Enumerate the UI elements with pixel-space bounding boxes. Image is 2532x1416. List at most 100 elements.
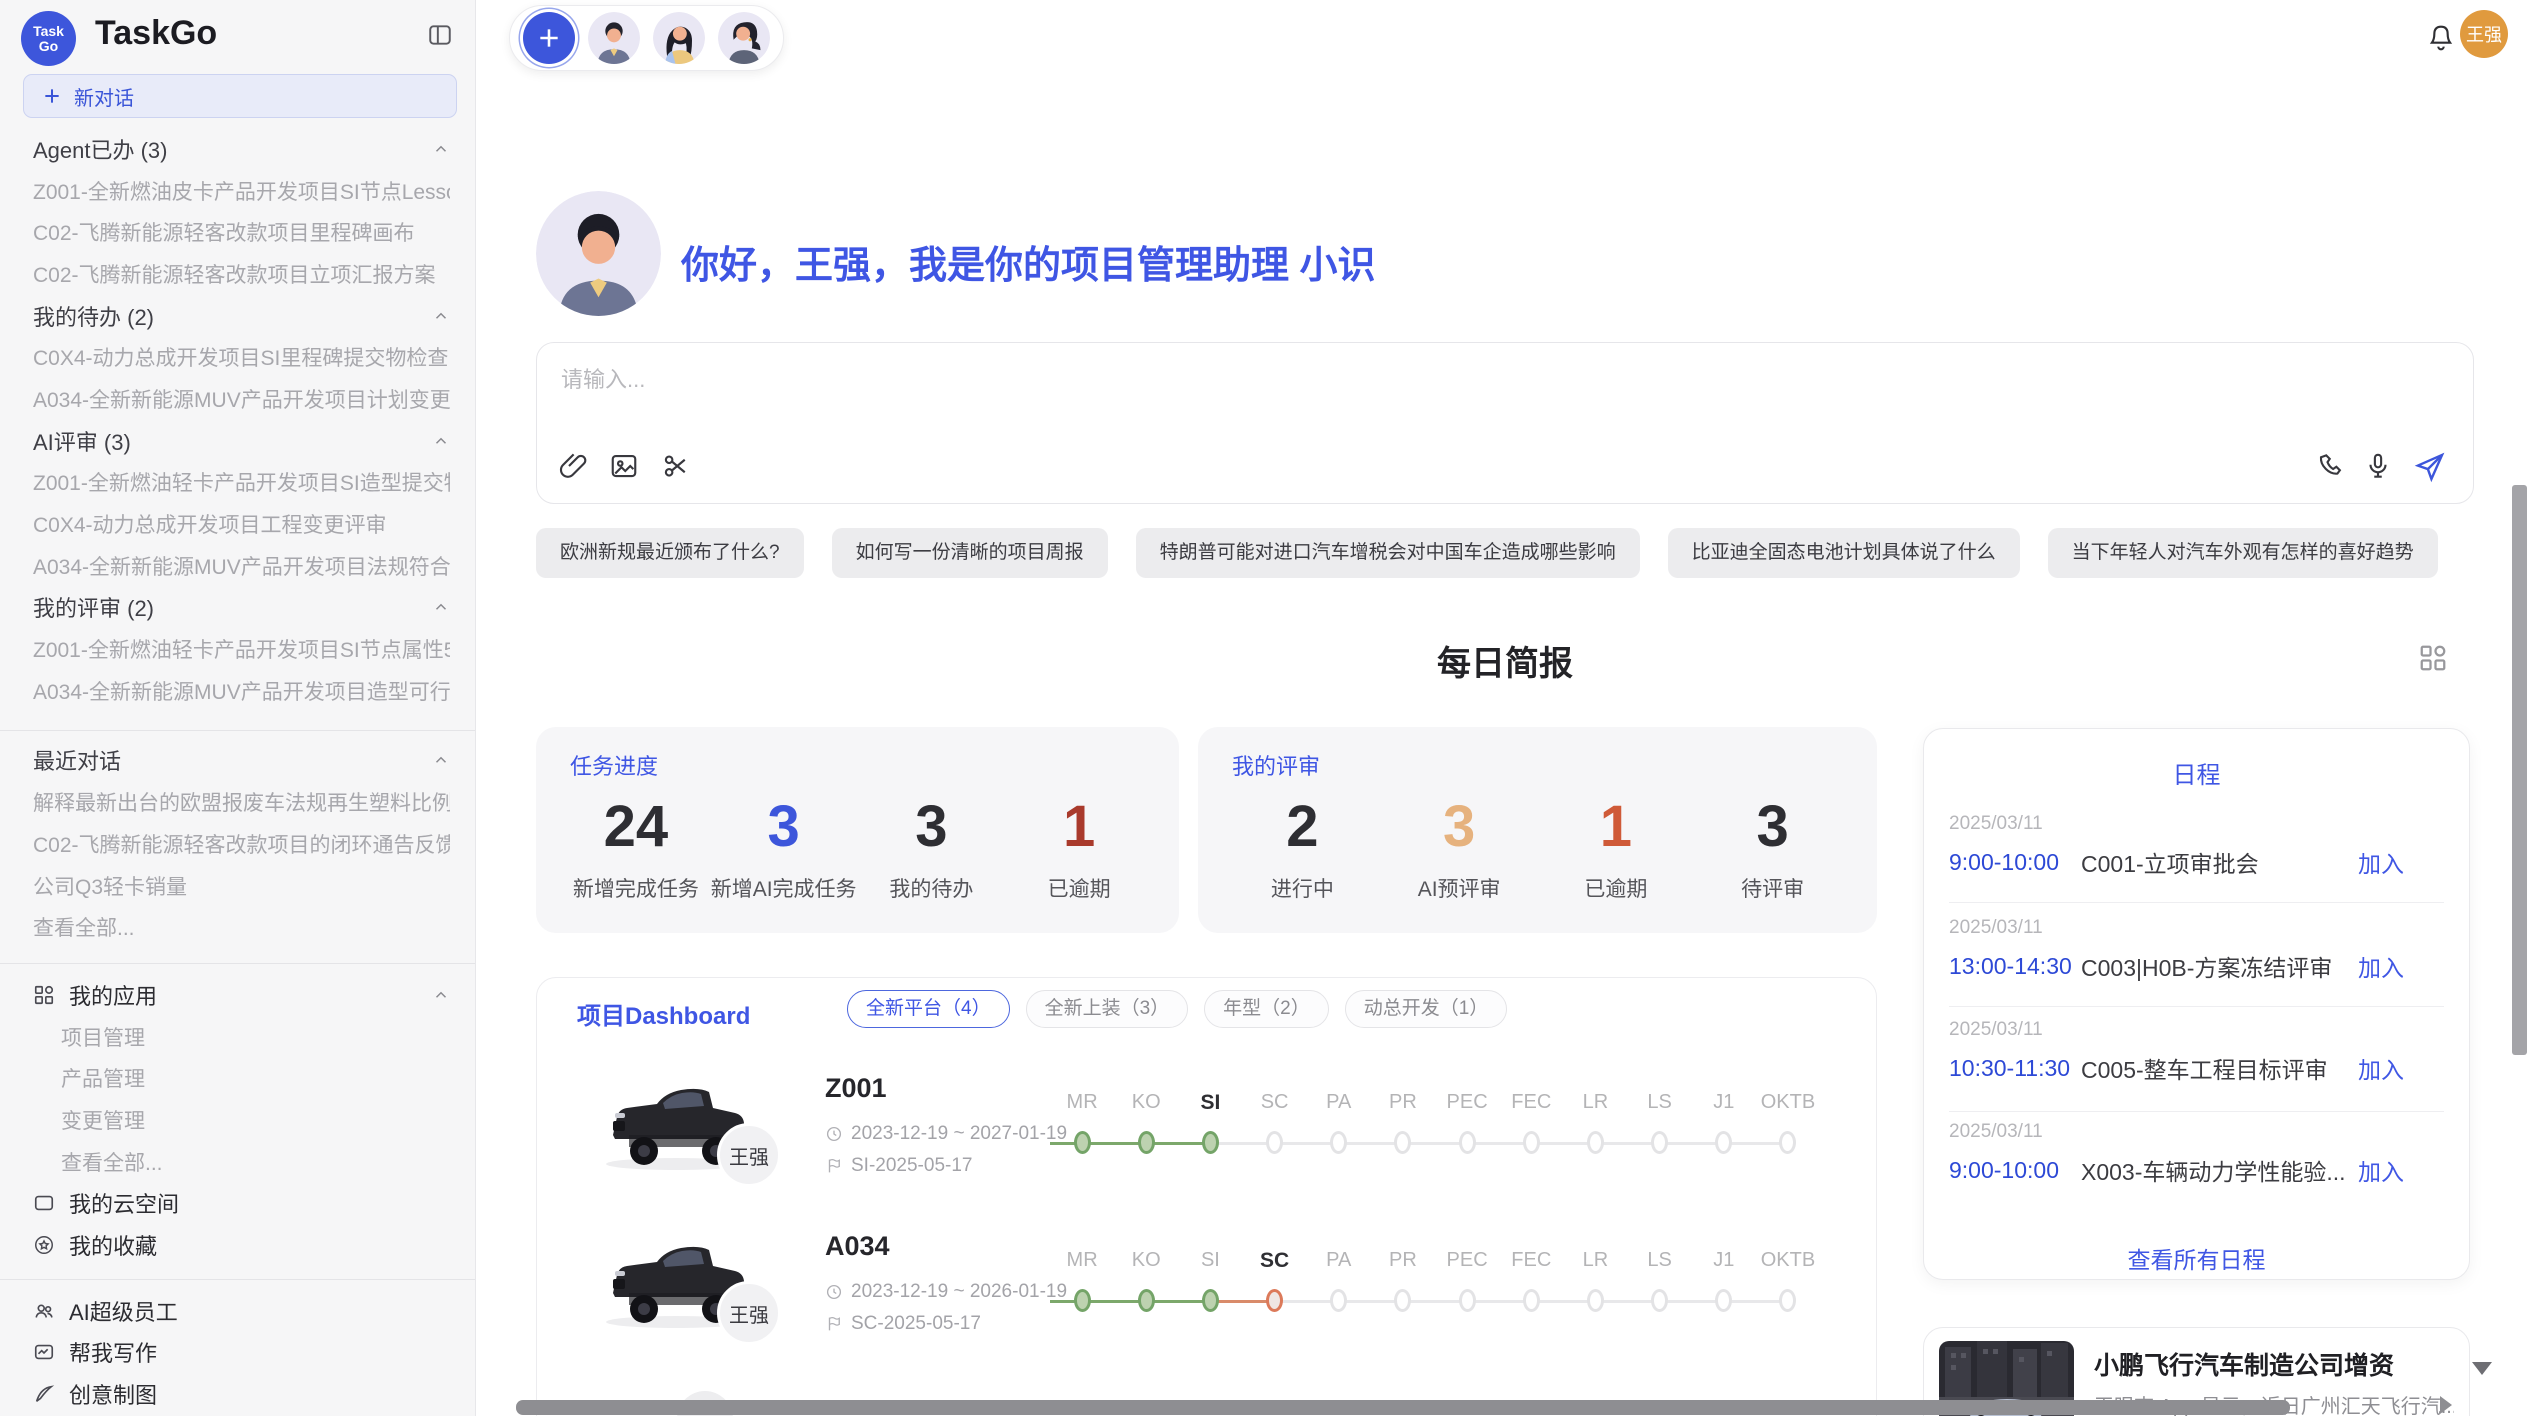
tab-new-platform[interactable]: 全新平台（4）	[847, 990, 1010, 1028]
sidebar-item[interactable]: A034-全新新能源MUV产品开发项目造型可行性评审	[0, 670, 476, 712]
stat[interactable]: 1已逾期	[1538, 793, 1695, 903]
tab-new-body[interactable]: 全新上装（3）	[1026, 990, 1189, 1028]
sidebar-item-creative-draw[interactable]: 创意制图	[0, 1373, 476, 1415]
sidebar-item[interactable]: C02-飞腾新能源轻客改款项目里程碑画布	[0, 211, 476, 253]
join-button[interactable]: 加入	[2358, 845, 2404, 879]
agent-avatar[interactable]	[718, 12, 770, 64]
agent-avatar[interactable]	[653, 12, 705, 64]
sidebar-item[interactable]: Z001-全新燃油皮卡产品开发项目SI节点Lesson Learn报告	[0, 170, 476, 212]
project-row[interactable]: 王强 A034 2023-12-19 ~ 2026-01-19 SC-2025-…	[537, 1225, 1876, 1375]
scroll-right-arrow[interactable]	[2440, 1396, 2452, 1414]
horizontal-scrollbar-thumb[interactable]	[516, 1400, 2290, 1415]
app-item-change-mgmt[interactable]: 变更管理	[0, 1099, 476, 1141]
recent-view-all[interactable]: 查看全部...	[0, 906, 476, 948]
sidebar-section-agent-done[interactable]: Agent已办 (3)	[0, 128, 476, 170]
milestone[interactable]: LS	[1628, 1067, 1692, 1154]
chevron-up-icon[interactable]	[432, 307, 450, 325]
scroll-down-arrow[interactable]	[2472, 1362, 2492, 1375]
send-icon[interactable]	[2413, 450, 2447, 484]
sidebar-item-ai-staff[interactable]: AI超级员工	[0, 1290, 476, 1332]
milestone[interactable]: J1	[1692, 1067, 1756, 1154]
milestone[interactable]: KO	[1114, 1067, 1178, 1154]
app-item-project-mgmt[interactable]: 项目管理	[0, 1016, 476, 1058]
layout-grid-icon[interactable]	[2418, 643, 2448, 673]
milestone[interactable]: SC	[1243, 1067, 1307, 1154]
milestone[interactable]: FEC	[1499, 1067, 1563, 1154]
mic-icon[interactable]	[2363, 451, 2393, 481]
agent-avatar[interactable]	[588, 12, 640, 64]
sidebar-item[interactable]: C02-飞腾新能源轻客改款项目立项汇报方案	[0, 253, 476, 295]
suggestion-chip[interactable]: 比亚迪全固态电池计划具体说了什么	[1668, 528, 2020, 578]
attach-icon[interactable]	[559, 451, 589, 481]
project-row[interactable]: 王强 Z001 2023-12-19 ~ 2027-01-19 SI-2025-…	[537, 1067, 1876, 1217]
recent-chat-item[interactable]: C02-飞腾新能源轻客改款项目的闭环通告反馈情况	[0, 823, 476, 865]
chevron-up-icon[interactable]	[432, 751, 450, 769]
join-button[interactable]: 加入	[2358, 1051, 2404, 1085]
phone-icon[interactable]	[2318, 451, 2348, 481]
sidebar-item[interactable]: A034-全新新能源MUV产品开发项目法规符合性评审	[0, 545, 476, 587]
image-icon[interactable]	[609, 451, 639, 481]
chevron-up-icon[interactable]	[432, 140, 450, 158]
new-chat-button[interactable]: 新对话	[23, 74, 457, 118]
sidebar-item[interactable]: A034-全新新能源MUV产品开发项目计划变更变编写	[0, 378, 476, 420]
suggestion-chip[interactable]: 当下年轻人对汽车外观有怎样的喜好趋势	[2048, 528, 2438, 578]
stat[interactable]: 3我的待办	[858, 793, 1006, 903]
recent-chat-item[interactable]: 公司Q3轻卡销量	[0, 865, 476, 907]
suggestion-chip[interactable]: 特朗普可能对进口汽车增税会对中国车企造成哪些影响	[1136, 528, 1640, 578]
stat[interactable]: 3新增AI完成任务	[710, 793, 858, 903]
view-all-schedule-link[interactable]: 查看所有日程	[1924, 1241, 2469, 1275]
milestone[interactable]: MR	[1050, 1067, 1114, 1154]
suggestion-chip[interactable]: 欧洲新规最近颁布了什么?	[536, 528, 804, 578]
milestone[interactable]: PEC	[1435, 1225, 1499, 1312]
suggestion-chip[interactable]: 如何写一份清晰的项目周报	[832, 528, 1108, 578]
chevron-up-icon[interactable]	[432, 986, 450, 1004]
sidebar-collapse-icon[interactable]	[427, 22, 453, 48]
milestone[interactable]: LR	[1563, 1225, 1627, 1312]
milestone[interactable]: MR	[1050, 1225, 1114, 1312]
join-button[interactable]: 加入	[2358, 1153, 2404, 1187]
sidebar-item-help-write[interactable]: 帮我写作	[0, 1332, 476, 1374]
milestone[interactable]: J1	[1692, 1225, 1756, 1312]
milestone[interactable]: FEC	[1499, 1225, 1563, 1312]
milestone[interactable]: PA	[1307, 1067, 1371, 1154]
recent-chat-item[interactable]: 解释最新出台的欧盟报废车法规再生塑料比例被调至15%...	[0, 781, 476, 823]
milestone[interactable]: SI	[1178, 1067, 1242, 1154]
sidebar-item[interactable]: Z001-全新燃油轻卡产品开发项目SI节点属性5D文件评审	[0, 628, 476, 670]
milestone[interactable]: KO	[1114, 1225, 1178, 1312]
user-avatar[interactable]: 王强	[2460, 10, 2508, 58]
join-button[interactable]: 加入	[2358, 949, 2404, 983]
milestone[interactable]: PA	[1307, 1225, 1371, 1312]
tab-year-model[interactable]: 年型（2）	[1204, 990, 1329, 1028]
stat[interactable]: 3待评审	[1694, 793, 1851, 903]
chevron-up-icon[interactable]	[432, 598, 450, 616]
sidebar-item[interactable]: C0X4-动力总成开发项目工程变更评审	[0, 503, 476, 545]
sidebar-section-recent[interactable]: 最近对话	[0, 740, 476, 782]
sidebar-section-ai-review[interactable]: AI评审 (3)	[0, 420, 476, 462]
milestone[interactable]: PEC	[1435, 1067, 1499, 1154]
stat[interactable]: 3AI预评审	[1381, 793, 1538, 903]
milestone[interactable]: SC	[1243, 1225, 1307, 1312]
milestone[interactable]: LS	[1628, 1225, 1692, 1312]
sidebar-section-my-todo[interactable]: 我的待办 (2)	[0, 295, 476, 337]
sidebar-item-my-apps[interactable]: 我的应用	[0, 974, 476, 1016]
milestone[interactable]: LR	[1563, 1067, 1627, 1154]
sidebar-item-my-cloud[interactable]: 我的云空间	[0, 1183, 476, 1225]
apps-view-all[interactable]: 查看全部...	[0, 1141, 476, 1183]
add-agent-button[interactable]	[523, 12, 575, 64]
milestone[interactable]: SI	[1178, 1225, 1242, 1312]
stat[interactable]: 1已逾期	[1005, 793, 1153, 903]
stat[interactable]: 2进行中	[1224, 793, 1381, 903]
chat-input[interactable]	[561, 367, 2261, 393]
vertical-scrollbar-thumb[interactable]	[2512, 485, 2527, 1055]
app-item-product-mgmt[interactable]: 产品管理	[0, 1057, 476, 1099]
milestone[interactable]: OKTB	[1756, 1067, 1820, 1154]
notifications-bell-icon[interactable]	[2425, 22, 2457, 54]
stat[interactable]: 24新增完成任务	[562, 793, 710, 903]
sidebar-section-my-review[interactable]: 我的评审 (2)	[0, 587, 476, 629]
sidebar-item[interactable]: Z001-全新燃油轻卡产品开发项目SI造型提交物评审	[0, 462, 476, 504]
milestone[interactable]: PR	[1371, 1225, 1435, 1312]
milestone[interactable]: OKTB	[1756, 1225, 1820, 1312]
sidebar-item[interactable]: C0X4-动力总成开发项目SI里程碑提交物检查	[0, 336, 476, 378]
scissors-icon[interactable]	[661, 451, 691, 481]
milestone[interactable]: PR	[1371, 1067, 1435, 1154]
